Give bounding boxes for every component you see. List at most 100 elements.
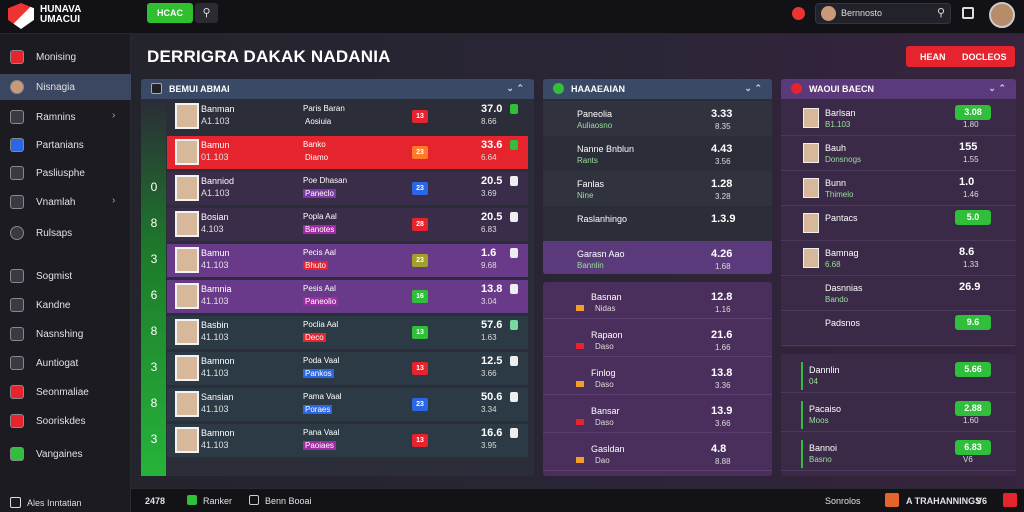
value-button[interactable]: 2.88 [955, 401, 991, 416]
footer-badge-icon[interactable] [1003, 493, 1017, 507]
table-row[interactable]: Bamnon 41.103 Pana Vaal Paoiaes 13 16.6 3.95 [167, 424, 528, 457]
rank-badge[interactable]: 23 [412, 146, 428, 159]
flag-icon[interactable] [792, 7, 805, 20]
table-row[interactable]: Bosian 4.103 Popla Aal Banotes 28 20.5 6.83 [167, 208, 528, 241]
sidebar-item-10[interactable]: Auntiogat [0, 350, 131, 376]
team-tag: Paoiaes [303, 441, 336, 450]
item-name: Paneolia [577, 109, 613, 119]
player-name: Banniod [201, 176, 235, 186]
flag-icon [576, 381, 584, 387]
value-button[interactable]: 3.08 [955, 105, 991, 120]
user-search-box[interactable]: Bernnosto ⚲ [815, 3, 951, 24]
window-icon[interactable] [962, 7, 974, 19]
rank-badge[interactable]: 13 [412, 110, 428, 123]
rank-badge[interactable]: 13 [412, 326, 428, 339]
rank-badge[interactable]: 13 [412, 362, 428, 375]
sidebar-item-11[interactable]: Seonmaliae [0, 379, 131, 405]
header-button-left-label: HEAN [920, 52, 946, 62]
sidebar-item-6[interactable]: Rulsaps [0, 220, 131, 246]
rank-badge[interactable]: 23 [412, 398, 428, 411]
header-button-right-label: DOCLEOS [962, 52, 1007, 62]
table-row[interactable]: Sansian 41.103 Pama Vaal Poraes 23 50.6 3.34 [167, 388, 528, 421]
sidebar-item-2[interactable]: Ramnins › [0, 104, 131, 130]
panel-controls[interactable]: ⌄ ⌃ [744, 83, 762, 94]
list-item[interactable]: Barlsan B1.103 3.08 1.80 [781, 101, 1016, 136]
list-item[interactable]: Garasn Aao Bannlin 4.26 1.68 [543, 241, 772, 274]
chevron-right-icon[interactable]: › [112, 110, 115, 121]
table-row[interactable]: Banniod A1.103 Poe Dhasan Paneclo 23 20.5 3.69 [167, 172, 528, 205]
search-icon[interactable]: ⚲ [937, 6, 945, 19]
shield-logo-icon[interactable] [8, 3, 34, 29]
chevron-right-icon[interactable]: › [112, 195, 115, 206]
sidebar-item-0[interactable]: Monising [0, 44, 131, 70]
player-sub: 41.103 [201, 440, 229, 450]
panel-controls[interactable]: ⌄ ⌃ [506, 83, 524, 94]
rank-badge[interactable]: 23 [412, 254, 428, 267]
table-row[interactable]: Basbin 41.103 Poclia Aal Deco 13 57.6 1.63 [167, 316, 528, 349]
list-item[interactable]: Gasldan Dao 4.8 8.88 [543, 436, 772, 471]
header-button[interactable]: HEAN DOCLEOS [906, 46, 1015, 67]
sidebar-item-label: Pasliusphe [36, 168, 85, 179]
list-item[interactable]: Bansar Daso 13.9 3.66 [543, 398, 772, 433]
list-item[interactable]: Dasnnias Bando 26.9 [781, 276, 1016, 311]
sidebar-item-12[interactable]: Sooriskdes [0, 408, 131, 434]
footer-label-3[interactable]: Sonrolos [825, 496, 861, 506]
item-sub: Nidas [595, 304, 616, 313]
footer-label-2[interactable]: Benn Booai [265, 496, 312, 506]
list-item[interactable]: Dannlin 04 5.66 [781, 358, 1016, 393]
table-row[interactable]: Bamnia 41.103 Pesis Aal Paneolio 16 13.8 3.04 [167, 280, 528, 313]
list-item[interactable]: Raslanhingo 1.3.9 [543, 206, 772, 241]
value-button[interactable]: 6.83 [955, 440, 991, 455]
footer-label-4[interactable]: A TRAHANNINGS [906, 496, 981, 506]
list-item[interactable]: Padsnos 9.6 [781, 311, 1016, 346]
top-green-button[interactable]: HCAC [147, 3, 193, 23]
sidebar-item-5[interactable]: Vnamlah › [0, 189, 131, 215]
sidebar-item-7[interactable]: Sogmist [0, 263, 131, 289]
panel-controls[interactable]: ⌄ ⌃ [988, 83, 1006, 94]
list-item[interactable]: Nanne Bnblun Rants 4.43 3.56 [543, 136, 772, 171]
flag-icon [10, 138, 24, 152]
footer-box-icon [249, 495, 259, 505]
item-sub: Daso [595, 342, 614, 351]
footer-label-1[interactable]: Ranker [203, 496, 232, 506]
value-button[interactable]: 5.66 [955, 362, 991, 377]
sidebar-item-13[interactable]: Vangaines [0, 441, 131, 467]
item-value: 3.33 [711, 108, 733, 120]
sidebar-item-9[interactable]: Nasnshing [0, 321, 131, 347]
list-item[interactable]: Paneolia Auliaosno 3.33 8.35 [543, 101, 772, 136]
rank-badge[interactable]: 13 [412, 434, 428, 447]
rank-badge[interactable]: 23 [412, 182, 428, 195]
item-sub-value: 1.16 [715, 305, 731, 314]
table-row[interactable]: Bamun 01.103 Banko Diamo 23 33.6 6.64 [167, 136, 528, 169]
list-item[interactable]: Fanlas Nine 1.28 3.28 [543, 171, 772, 206]
right-panel-header: WAOUI BAECN ⌄ ⌃ [781, 79, 1016, 99]
table-row[interactable]: Bamun 41.103 Pecis Aal Bhuto 23 1.6 9.68 [167, 244, 528, 277]
rank-badge[interactable]: 16 [412, 290, 428, 303]
rank-badge[interactable]: 28 [412, 218, 428, 231]
sidebar-item-8[interactable]: Kandne [0, 292, 131, 318]
search-icon[interactable]: ⚲ [195, 3, 218, 23]
item-sub: Thimelo [825, 190, 854, 199]
sidebar-item-3[interactable]: Partanians [0, 132, 131, 158]
item-sub-value: V6 [963, 455, 973, 464]
list-item[interactable]: Rapaon Daso 21.6 1.66 [543, 322, 772, 357]
list-item[interactable]: Finlog Daso 13.8 3.36 [543, 360, 772, 395]
player-sub: 41.103 [201, 368, 229, 378]
list-item[interactable]: Pacaiso Moos 2.88 1.60 [781, 397, 1016, 432]
table-row[interactable]: Bamnon 41.103 Poda Vaal Pankos 13 12.5 3.66 [167, 352, 528, 385]
value-button[interactable]: 5.0 [955, 210, 991, 225]
sidebar-footer[interactable]: Ales Inntatian [10, 497, 82, 508]
profile-avatar[interactable] [989, 2, 1015, 28]
sidebar-item-4[interactable]: Pasliusphe [0, 160, 131, 186]
list-item[interactable]: Bauh Donsnogs 155 1.55 [781, 136, 1016, 171]
value-button[interactable]: 9.6 [955, 315, 991, 330]
sidebar-item-1[interactable]: Nisnagia [0, 74, 131, 100]
list-item[interactable]: Bannoi Basno 6.83 V6 [781, 436, 1016, 471]
flag-icon [10, 385, 24, 399]
list-item[interactable]: Bunn Thimelo 1.0 1.46 [781, 171, 1016, 206]
list-item[interactable]: Bamnag 6.68 8.6 1.33 [781, 241, 1016, 276]
list-item[interactable]: Pantacs 5.0 [781, 206, 1016, 241]
table-row[interactable]: Banman A1.103 Paris Baran Aosiuia 13 37.0 8.66 [167, 100, 528, 133]
item-value: 4.43 [711, 143, 733, 155]
list-item[interactable]: Basnan Nidas 12.8 1.16 [543, 284, 772, 319]
